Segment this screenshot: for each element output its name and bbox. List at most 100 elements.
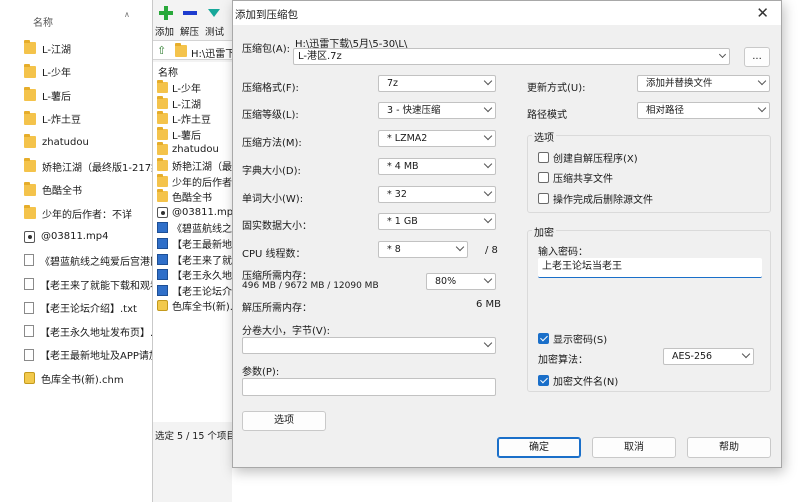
chevron-up-icon[interactable]: ∧ xyxy=(124,10,132,19)
list-item[interactable]: 【老王论坛介绍】.txt xyxy=(24,297,137,319)
folder-icon xyxy=(157,95,168,109)
path-mode-select[interactable]: 相对路径 xyxy=(637,102,770,119)
word-size-label: 单词大小(W): xyxy=(242,194,304,205)
table-row[interactable]: 【老王来了就 xyxy=(157,252,233,267)
checkbox-box[interactable] xyxy=(538,333,549,344)
add-icon[interactable] xyxy=(159,6,173,20)
row-name: L-炸土豆 xyxy=(172,115,212,127)
list-item[interactable]: @03811.mp4 xyxy=(24,226,108,248)
cpu-threads-select[interactable]: * 8 xyxy=(378,241,468,258)
list-item[interactable]: 【老王来了就能下载和观看 xyxy=(24,273,160,295)
list-item[interactable]: L-少年 xyxy=(24,61,71,83)
update-mode-select[interactable]: 添加并替换文件 xyxy=(637,75,770,92)
encryption-method-select[interactable]: AES-256 xyxy=(663,348,754,365)
parameters-input[interactable] xyxy=(242,378,496,396)
checkbox-box[interactable] xyxy=(538,152,549,163)
test-icon[interactable] xyxy=(207,6,221,20)
row-name: 【老王来了就 xyxy=(172,255,232,267)
checkbox-box[interactable] xyxy=(538,375,549,386)
encrypt-names-checkbox[interactable]: 加密文件名(N) xyxy=(538,373,618,388)
list-header-name[interactable]: 名称 xyxy=(158,64,178,79)
dictionary-select[interactable]: * 4 MB xyxy=(378,158,496,175)
table-row[interactable]: L-少年 xyxy=(157,80,233,95)
level-select[interactable]: 3 - 快速压缩 xyxy=(378,102,496,119)
table-row[interactable]: 【老王论坛介 xyxy=(157,283,233,298)
list-item-name: L-炸土豆 xyxy=(42,115,82,127)
table-row[interactable]: @03811.mp4 xyxy=(157,205,233,220)
list-item[interactable]: zhatudou xyxy=(24,131,89,153)
doc-icon xyxy=(157,253,168,265)
list-item[interactable]: 少年的后作者：不详 xyxy=(24,202,132,224)
list-item[interactable]: L-薯后 xyxy=(24,84,71,106)
close-icon[interactable]: ✕ xyxy=(756,4,769,22)
table-row[interactable]: 娇艳江湖（最 xyxy=(157,158,233,173)
checkbox-box[interactable] xyxy=(538,193,549,204)
extract-button[interactable]: 解压 xyxy=(180,24,199,38)
password-input[interactable]: 上老王论坛当老王 xyxy=(538,258,762,278)
folder-icon xyxy=(157,126,168,140)
folder-icon xyxy=(24,134,36,149)
up-folder-icon[interactable]: ⇧ xyxy=(157,44,166,57)
table-row[interactable]: L-薯后 xyxy=(157,126,233,142)
row-name: 色库全书(新). xyxy=(172,302,233,314)
browse-button[interactable]: ... xyxy=(744,47,770,67)
table-row[interactable]: 色库全书(新). xyxy=(157,298,233,313)
word-size-select[interactable]: * 32 xyxy=(378,186,496,203)
list-item[interactable]: L-江湖 xyxy=(24,37,71,59)
table-row[interactable]: L-江湖 xyxy=(157,95,233,111)
archive-name-field[interactable]: L-港区.7z xyxy=(293,48,730,65)
options-group-title: 选项 xyxy=(532,129,556,144)
list-item-name: L-江湖 xyxy=(42,44,72,56)
status-bar: 选定 5 / 15 个项目 xyxy=(155,431,236,442)
add-to-archive-dialog: 添加到压缩包 ✕ 压缩包(A): H:\迅雷下载\5月\5-30\L\ L-港区… xyxy=(232,0,782,468)
column-header-name[interactable]: 名称 xyxy=(33,14,53,29)
chm-icon xyxy=(24,372,35,385)
list-item[interactable]: 色酷全书 xyxy=(24,179,82,201)
table-row[interactable]: 【老王永久地 xyxy=(157,267,233,282)
help-button[interactable]: 帮助 xyxy=(687,437,771,458)
list-item[interactable]: 娇艳江湖（最终版1-217集 xyxy=(24,155,161,177)
doc-icon xyxy=(157,284,168,296)
list-item-name: 【老王论坛介绍】.txt xyxy=(40,304,137,316)
table-row[interactable]: zhatudou xyxy=(157,142,233,157)
test-button[interactable]: 测试 xyxy=(205,24,224,38)
ok-button[interactable]: 确定 xyxy=(497,437,581,458)
table-row[interactable]: 少年的后作者 xyxy=(157,173,233,189)
solid-block-select[interactable]: * 1 GB xyxy=(378,213,496,230)
folder-icon xyxy=(24,63,36,78)
list-item[interactable]: L-炸土豆 xyxy=(24,108,81,130)
encryption-group-title: 加密 xyxy=(532,224,556,239)
split-size-select[interactable] xyxy=(242,337,496,354)
decompress-memory-label: 解压所需内存： xyxy=(242,303,312,314)
create-sfx-checkbox[interactable]: 创建自解压程序(X) xyxy=(538,150,638,165)
table-row[interactable]: L-炸土豆 xyxy=(157,111,233,126)
table-row[interactable]: 色酷全书 xyxy=(157,189,233,204)
archive-label: 压缩包(A): xyxy=(242,44,291,55)
dialog-title-bar[interactable]: 添加到压缩包 ✕ xyxy=(233,1,781,25)
compress-shared-checkbox[interactable]: 压缩共享文件 xyxy=(538,170,613,185)
list-item-name: 色酷全书 xyxy=(42,186,82,198)
address-bar[interactable]: ⇧ H:\迅雷下 xyxy=(153,40,235,60)
table-row[interactable]: 【老王最新地 xyxy=(157,236,233,251)
list-item[interactable]: 《碧蓝航线之纯爱后宫港区 xyxy=(24,249,160,271)
format-select[interactable]: 7z xyxy=(378,75,496,92)
delete-after-checkbox[interactable]: 操作完成后删除源文件 xyxy=(538,191,653,206)
show-password-checkbox[interactable]: 显示密码(S) xyxy=(538,331,607,346)
folder-icon xyxy=(157,158,168,171)
list-item[interactable]: 【老王永久地址发布页】. xyxy=(24,320,153,342)
method-select[interactable]: * LZMA2 xyxy=(378,130,496,147)
checkbox-box[interactable] xyxy=(538,172,549,183)
row-name: 【老王最新地 xyxy=(172,240,232,251)
list-item[interactable]: 色库全书(新).chm xyxy=(24,367,124,389)
file-list[interactable]: 名称 L-少年 L-江湖 L-炸土豆 L-薯后 zhatudou 娇艳江湖（最 少年的后作者… xyxy=(153,62,233,422)
options-button[interactable]: 选项 xyxy=(242,411,326,431)
table-row[interactable]: 《碧蓝航线之 xyxy=(157,220,233,235)
memory-percent-select[interactable]: 80% xyxy=(426,273,496,290)
add-button[interactable]: 添加 xyxy=(155,24,174,38)
list-item[interactable]: 【老王最新地址及APP请加 xyxy=(24,344,159,366)
cancel-button[interactable]: 取消 xyxy=(592,437,676,458)
decompress-memory-value: 6 MB xyxy=(476,299,502,310)
encryption-method-label: 加密算法： xyxy=(538,355,588,366)
extract-icon[interactable] xyxy=(183,6,197,20)
row-name: @03811.mp4 xyxy=(172,206,233,218)
